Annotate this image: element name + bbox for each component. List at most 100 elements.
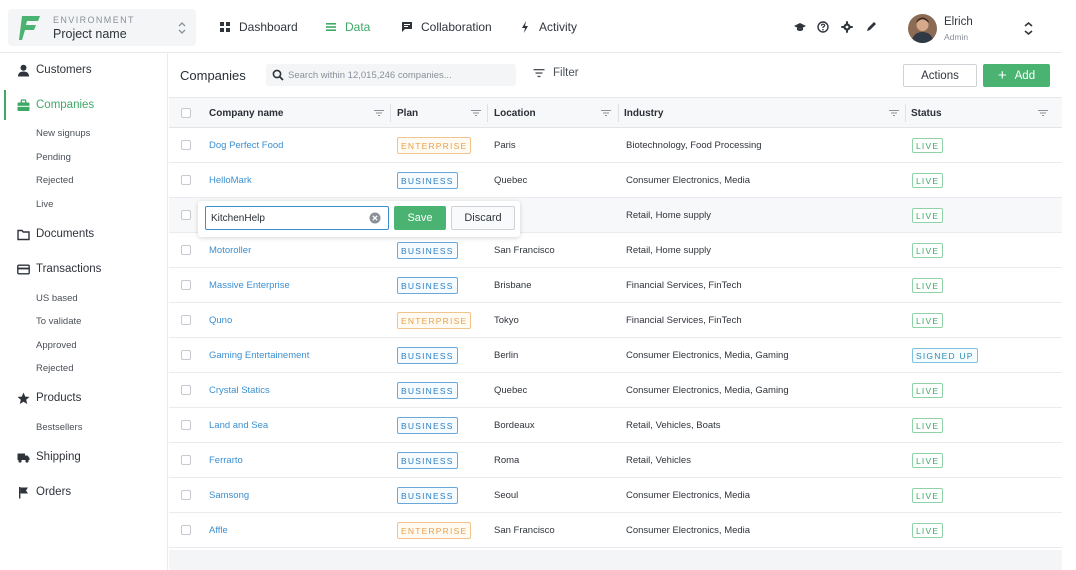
sidebar-item-customers[interactable]: Customers	[0, 58, 168, 82]
sidebar-subitem-us-based[interactable]: US based	[36, 293, 78, 304]
briefcase-icon	[17, 98, 30, 111]
company-name-link[interactable]: Crystal Statics	[209, 373, 270, 408]
column-menu-icon[interactable]	[889, 108, 899, 118]
table-row[interactable]: Crystal Statics BUSINESS Quebec Consumer…	[169, 373, 1062, 408]
chevron-updown-icon	[178, 22, 186, 34]
row-checkbox[interactable]	[181, 350, 191, 360]
row-checkbox[interactable]	[181, 245, 191, 255]
location-cell: Roma	[494, 455, 520, 466]
company-name-link[interactable]: Gaming Entertainement	[209, 338, 309, 373]
column-menu-icon[interactable]	[374, 108, 384, 118]
column-menu-icon[interactable]	[601, 108, 611, 118]
column-header-status[interactable]: Status	[911, 98, 942, 128]
sidebar-subitem-live[interactable]: Live	[36, 199, 53, 210]
row-checkbox[interactable]	[181, 385, 191, 395]
sidebar-item-orders[interactable]: Orders	[0, 480, 168, 504]
filter-button[interactable]: Filter	[533, 67, 579, 79]
column-menu-icon[interactable]	[1038, 108, 1048, 118]
sidebar-item-documents[interactable]: Documents	[0, 222, 168, 246]
sidebar-item-transactions[interactable]: Transactions	[0, 257, 168, 281]
inline-edit-popover: Save Discard	[198, 201, 520, 237]
sidebar-subitem-to-validate[interactable]: To validate	[36, 316, 81, 327]
column-header-label: Industry	[624, 107, 664, 119]
row-checkbox[interactable]	[181, 420, 191, 430]
industry-cell: Consumer Electronics, Media, Gaming	[626, 385, 789, 396]
company-name-link[interactable]: Samsong	[209, 478, 249, 513]
table-row[interactable]: Dog Perfect Food ENTERPRISE Paris Biotec…	[169, 128, 1062, 163]
discard-button[interactable]: Discard	[451, 206, 515, 230]
column-header-label: Location	[494, 107, 536, 119]
nav-dashboard[interactable]: Dashboard	[219, 0, 298, 53]
company-name-link[interactable]: Massive Enterprise	[209, 268, 290, 303]
nav-data-label: Data	[345, 19, 371, 34]
company-name-link[interactable]: Land and Sea	[209, 408, 268, 443]
avatar[interactable]	[908, 14, 937, 43]
sidebar-item-companies[interactable]: Companies	[0, 90, 168, 120]
row-checkbox[interactable]	[181, 525, 191, 535]
industry-cell: Financial Services, FinTech	[626, 280, 742, 291]
column-header-plan[interactable]: Plan	[397, 98, 418, 128]
table-row[interactable]: HelloMark BUSINESS Quebec Consumer Elect…	[169, 163, 1062, 198]
row-checkbox[interactable]	[181, 210, 191, 220]
table-row[interactable]: Motoroller BUSINESS San Francisco Retail…	[169, 233, 1062, 268]
column-header-location[interactable]: Location	[494, 98, 536, 128]
help-icon[interactable]	[817, 21, 829, 33]
company-name-edit-input[interactable]	[205, 206, 389, 230]
table-row[interactable]: Ferrarto BUSINESS Roma Retail, Vehicles …	[169, 443, 1062, 478]
environment-selector[interactable]: ENVIRONMENT Project name	[8, 9, 196, 46]
column-header-industry[interactable]: Industry	[624, 98, 663, 128]
nav-dashboard-label: Dashboard	[239, 19, 298, 34]
sidebar-item-label: Documents	[36, 228, 95, 240]
status-badge: LIVE	[912, 453, 944, 468]
graduation-cap-icon[interactable]	[794, 21, 806, 33]
environment-label: ENVIRONMENT	[53, 15, 135, 25]
select-all-checkbox[interactable]	[181, 108, 191, 118]
chevron-updown-icon[interactable]	[1023, 20, 1034, 37]
table-row[interactable]: Land and Sea BUSINESS Bordeaux Retail, V…	[169, 408, 1062, 443]
gear-icon[interactable]	[841, 21, 853, 33]
search-box[interactable]	[266, 64, 516, 86]
pen-icon[interactable]	[865, 21, 877, 33]
table-row-editing[interactable]: Retail, Home supply LIVE Save Discard	[169, 198, 1062, 237]
sidebar-subitem-new-signups[interactable]: New signups	[36, 128, 90, 139]
sidebar-subitem-pending[interactable]: Pending	[36, 152, 71, 163]
company-name-link[interactable]: Ferrarto	[209, 443, 243, 478]
sidebar-subitem-approved[interactable]: Approved	[36, 340, 77, 351]
sidebar-subitem-rejected[interactable]: Rejected	[36, 175, 74, 186]
company-name-link[interactable]: Motoroller	[209, 233, 251, 268]
table-row[interactable]: Gaming Entertainement BUSINESS Berlin Co…	[169, 338, 1062, 373]
row-checkbox[interactable]	[181, 455, 191, 465]
column-menu-icon[interactable]	[471, 108, 481, 118]
add-button-label: Add	[1014, 69, 1036, 82]
table-row[interactable]: Affle ENTERPRISE San Francisco Consumer …	[169, 513, 1062, 548]
row-checkbox[interactable]	[181, 315, 191, 325]
table-row[interactable]: Massive Enterprise BUSINESS Brisbane Fin…	[169, 268, 1062, 303]
clear-icon[interactable]	[369, 212, 381, 224]
nav-collaboration[interactable]: Collaboration	[401, 0, 492, 53]
row-checkbox[interactable]	[181, 280, 191, 290]
save-button[interactable]: Save	[394, 206, 446, 230]
company-name-link[interactable]: Affle	[209, 513, 228, 548]
add-button[interactable]: + Add	[983, 64, 1050, 87]
company-name-link[interactable]: HelloMark	[209, 163, 252, 198]
nav-data[interactable]: Data	[325, 0, 370, 53]
location-cell: Brisbane	[494, 280, 532, 291]
table-row[interactable]: Samsong BUSINESS Seoul Consumer Electron…	[169, 478, 1062, 513]
row-checkbox[interactable]	[181, 175, 191, 185]
sidebar-subitem-bestsellers[interactable]: Bestsellers	[36, 422, 82, 433]
sidebar-item-products[interactable]: Products	[0, 386, 168, 410]
column-header-company-name[interactable]: Company name	[209, 98, 283, 128]
actions-button[interactable]: Actions	[903, 64, 977, 87]
row-checkbox[interactable]	[181, 140, 191, 150]
row-checkbox[interactable]	[181, 490, 191, 500]
company-name-link[interactable]: Quno	[209, 303, 232, 338]
table-row[interactable]: Quno ENTERPRISE Tokyo Financial Services…	[169, 303, 1062, 338]
location-cell: Tokyo	[494, 315, 519, 326]
column-divider	[390, 104, 391, 122]
company-name-link[interactable]: Dog Perfect Food	[209, 128, 283, 163]
nav-activity[interactable]: Activity	[519, 0, 577, 53]
sidebar-item-shipping[interactable]: Shipping	[0, 445, 168, 469]
sidebar-subitem-rejected[interactable]: Rejected	[36, 363, 74, 374]
search-input[interactable]	[288, 64, 513, 86]
location-cell: San Francisco	[494, 525, 555, 536]
